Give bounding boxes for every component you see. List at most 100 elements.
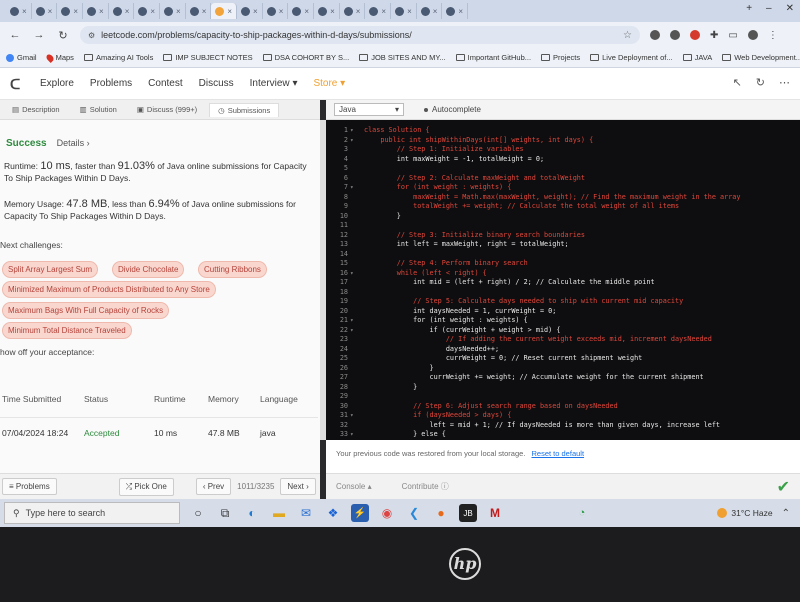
bookmark-folder[interactable]: Projects — [541, 53, 580, 62]
browser-tab[interactable]: × — [263, 3, 289, 19]
code-line[interactable]: 25 currWeight = 0; // Reset current ship… — [326, 354, 800, 364]
challenge-chip[interactable]: Divide Chocolate — [112, 261, 185, 278]
fold-arrow-icon[interactable] — [350, 250, 358, 260]
file-explorer-icon[interactable]: ▬ — [270, 504, 288, 522]
code-line[interactable]: 17 int mid = (left + right) / 2; // Calc… — [326, 278, 800, 288]
fold-arrow-icon[interactable]: ▾ — [350, 126, 358, 136]
pick-one-button[interactable]: ⤮ Pick One — [118, 477, 174, 496]
bookmark-folder[interactable]: Live Deployment of... — [590, 53, 673, 62]
extension-icon[interactable] — [650, 29, 660, 40]
column-header[interactable]: Language — [260, 394, 310, 404]
close-tab-icon[interactable]: × — [304, 7, 309, 16]
chrome-icon[interactable]: ◉ — [378, 504, 396, 522]
code-line[interactable]: 31 ▾ if (daysNeeded > days) { — [326, 411, 800, 421]
browser-tab[interactable]: × — [442, 3, 469, 19]
browser-tab[interactable]: × — [32, 3, 58, 19]
prev-button[interactable]: ‹ Prev — [195, 478, 232, 495]
close-tab-icon[interactable]: × — [330, 7, 335, 16]
new-tab-icon[interactable]: + — [746, 3, 752, 14]
browser-tab[interactable]: × — [160, 3, 186, 19]
browser-tab[interactable]: × — [109, 3, 135, 19]
extension-icon[interactable] — [690, 29, 700, 40]
challenge-chip[interactable]: Minimized Maximum of Products Distribute… — [2, 281, 216, 298]
back-icon[interactable]: ← — [8, 29, 22, 41]
challenge-chip[interactable]: Cutting Ribbons — [198, 261, 267, 278]
cortana-icon[interactable]: ○ — [189, 504, 207, 522]
close-tab-icon[interactable]: × — [381, 7, 386, 16]
code-line[interactable]: 22 ▾ if (currWeight + weight > mid) { — [326, 326, 800, 336]
challenge-chip[interactable]: Split Array Largest Sum — [2, 261, 99, 278]
tab-description[interactable]: ▤ Description — [4, 103, 68, 116]
more-icon[interactable]: ⋯ — [779, 76, 790, 89]
nav-interview[interactable]: Interview ▾ — [250, 78, 298, 89]
code-line[interactable]: 1 ▾ class Solution { — [326, 126, 800, 136]
nav-contest[interactable]: Contest — [148, 78, 182, 89]
code-line[interactable]: 24 daysNeeded++; — [326, 345, 800, 355]
sidepanel-icon[interactable]: ▭ — [728, 30, 737, 41]
fold-arrow-icon[interactable]: ▾ — [350, 269, 358, 279]
column-header[interactable]: Memory — [208, 394, 260, 404]
code-line[interactable]: 26 } — [326, 364, 800, 374]
code-line[interactable]: 11 — [326, 221, 800, 231]
bookmark-star-icon[interactable]: ☆ — [623, 30, 632, 41]
reload-icon[interactable]: ↻ — [56, 29, 70, 42]
submit-check-icon[interactable]: ✔ — [777, 477, 790, 497]
fold-arrow-icon[interactable] — [350, 288, 358, 298]
code-line[interactable]: 12 // Step 3: Initialize binary search b… — [326, 231, 800, 241]
browser-tab[interactable]: × — [314, 3, 340, 19]
nav-problems[interactable]: Problems — [90, 78, 132, 89]
fold-arrow-icon[interactable]: ▾ — [350, 136, 358, 146]
extension-icon[interactable] — [670, 29, 680, 40]
task-view-icon[interactable]: ⧉ — [216, 504, 234, 522]
code-line[interactable]: 16 ▾ while (left < right) { — [326, 269, 800, 279]
browser-tab[interactable]: × — [186, 3, 212, 19]
code-line[interactable]: 9 totalWeight += weight; // Calculate th… — [326, 202, 800, 212]
fold-arrow-icon[interactable] — [350, 193, 358, 203]
problems-list-button[interactable]: ≡ Problems — [2, 478, 57, 495]
autocomplete-toggle[interactable]: Autocomplete — [424, 105, 481, 114]
code-line[interactable]: 10 } — [326, 212, 800, 222]
code-line[interactable]: 28 } — [326, 383, 800, 393]
fold-arrow-icon[interactable]: ▾ — [350, 430, 358, 440]
close-window-icon[interactable]: ✕ — [786, 3, 794, 14]
code-editor[interactable]: Java ▾ Autocomplete 1 ▾ class Solution {2 ▾ … — [326, 100, 800, 440]
browser-tab[interactable]: × — [237, 3, 263, 19]
forward-icon[interactable]: → — [32, 29, 46, 41]
code-line[interactable]: 6 // Step 2: Calculate maxWeight and tot… — [326, 174, 800, 184]
fold-arrow-icon[interactable] — [350, 174, 358, 184]
site-info-icon[interactable]: ⚙ — [88, 31, 95, 40]
table-row[interactable]: 07/04/2024 18:24 Accepted 10 ms 47.8 MB … — [0, 418, 318, 448]
browser-tab[interactable]: × — [391, 3, 417, 19]
browser-tab[interactable]: × — [417, 3, 443, 19]
browser-tab[interactable]: × — [57, 3, 84, 19]
fold-arrow-icon[interactable] — [350, 335, 358, 345]
dropbox-icon[interactable]: ❖ — [324, 504, 342, 522]
fold-arrow-icon[interactable] — [350, 145, 358, 155]
fold-arrow-icon[interactable]: ▾ — [350, 326, 358, 336]
challenge-chip[interactable]: Maximum Bags With Full Capacity of Rocks — [2, 302, 170, 319]
tray-expand-icon[interactable]: ⌃ — [782, 508, 790, 519]
bookmark-folder[interactable]: DSA COHORT BY S... — [262, 53, 349, 62]
close-tab-icon[interactable]: × — [176, 7, 181, 16]
fold-arrow-icon[interactable] — [350, 307, 358, 317]
mail-icon[interactable]: ✉ — [297, 504, 315, 522]
close-tab-icon[interactable]: × — [407, 7, 412, 16]
close-tab-icon[interactable]: × — [73, 7, 78, 16]
puzzle-extensions-icon[interactable]: ✚ — [710, 30, 718, 41]
tab-solution[interactable]: ▥ Solution — [72, 103, 125, 116]
close-tab-icon[interactable]: × — [99, 7, 104, 16]
fold-arrow-icon[interactable] — [350, 231, 358, 241]
profile-avatar-icon[interactable] — [747, 29, 758, 40]
code-line[interactable]: 14 — [326, 250, 800, 260]
code-line[interactable]: 20 int daysNeeded = 1, currWeight = 0; — [326, 307, 800, 317]
fold-arrow-icon[interactable] — [350, 364, 358, 374]
code-line[interactable]: 19 // Step 5: Calculate days needed to s… — [326, 297, 800, 307]
code-line[interactable]: 4 int maxWeight = -1, totalWeight = 0; — [326, 155, 800, 165]
nav-explore[interactable]: Explore — [40, 78, 74, 89]
console-toggle[interactable]: Console ▴ — [336, 482, 372, 491]
fold-arrow-icon[interactable] — [350, 155, 358, 165]
close-tab-icon[interactable]: × — [279, 7, 284, 16]
fold-arrow-icon[interactable] — [350, 402, 358, 412]
cell-status[interactable]: Accepted — [84, 428, 154, 438]
next-button[interactable]: Next › — [280, 478, 316, 495]
